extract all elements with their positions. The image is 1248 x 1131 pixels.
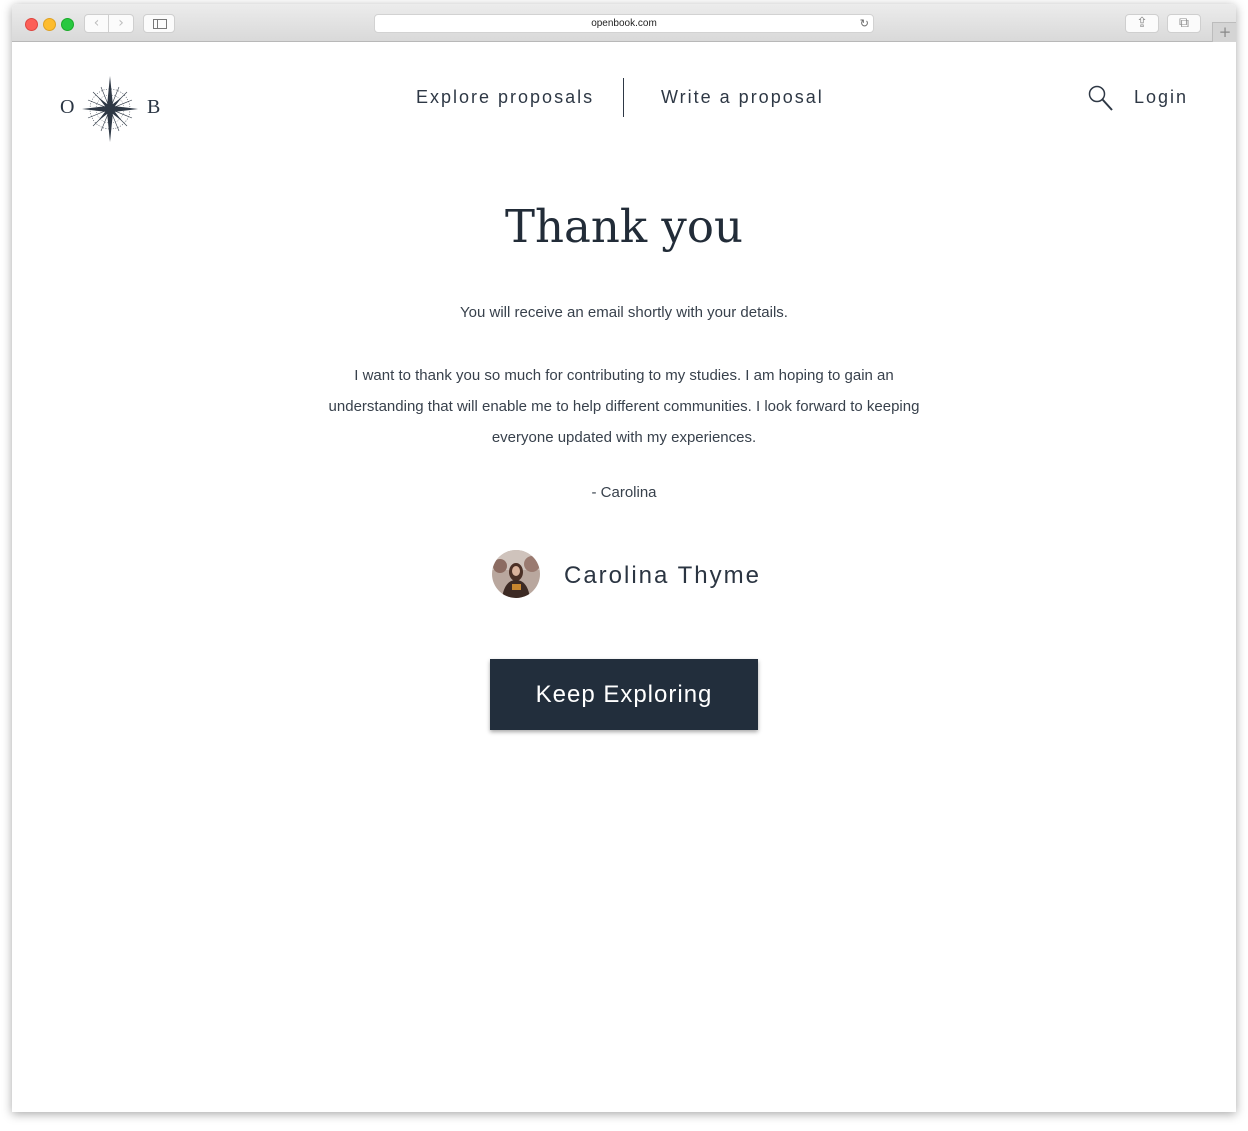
sidebar-icon — [153, 19, 167, 29]
compass-icon — [82, 76, 138, 142]
logo-letter-b: B — [147, 96, 161, 118]
new-tab-button[interactable]: + — [1212, 22, 1236, 42]
site-logo[interactable]: O B — [60, 76, 164, 142]
logo-letter-o: O — [60, 96, 75, 118]
browser-window: ‹ › openbook.com ↻ ⇪ ⧉ + O B Explore pro… — [12, 4, 1236, 1112]
close-window-button[interactable] — [25, 18, 38, 31]
keep-exploring-button[interactable]: Keep Exploring — [490, 659, 758, 730]
reload-icon[interactable]: ↻ — [860, 15, 869, 32]
search-icon[interactable] — [1088, 85, 1114, 113]
back-button[interactable]: ‹ — [84, 14, 109, 33]
login-link[interactable]: Login — [1134, 87, 1188, 108]
page-title: Thank you — [505, 200, 743, 253]
url-text: openbook.com — [591, 18, 657, 29]
sidebar-toggle-button[interactable] — [143, 14, 175, 33]
browser-toolbar: ‹ › openbook.com ↻ ⇪ ⧉ + — [12, 4, 1236, 42]
nav-divider — [623, 78, 624, 117]
share-button[interactable]: ⇪ — [1125, 14, 1159, 33]
thank-you-message: I want to thank you so much for contribu… — [328, 367, 920, 446]
tabs-icon: ⧉ — [1179, 15, 1189, 31]
author-name[interactable]: Carolina Thyme — [564, 562, 761, 590]
avatar — [492, 550, 540, 598]
nav-write-proposal[interactable]: Write a proposal — [661, 87, 824, 108]
show-tabs-button[interactable]: ⧉ — [1167, 14, 1201, 33]
nav-explore-proposals[interactable]: Explore proposals — [416, 87, 594, 108]
avatar-image — [492, 550, 540, 598]
share-icon: ⇪ — [1136, 15, 1148, 31]
email-notice: You will receive an email shortly with y… — [460, 304, 788, 321]
address-bar[interactable]: openbook.com ↻ — [374, 14, 874, 33]
maximize-window-button[interactable] — [61, 18, 74, 31]
forward-button[interactable]: › — [109, 14, 134, 33]
signature: - Carolina — [591, 484, 657, 501]
minimize-window-button[interactable] — [43, 18, 56, 31]
